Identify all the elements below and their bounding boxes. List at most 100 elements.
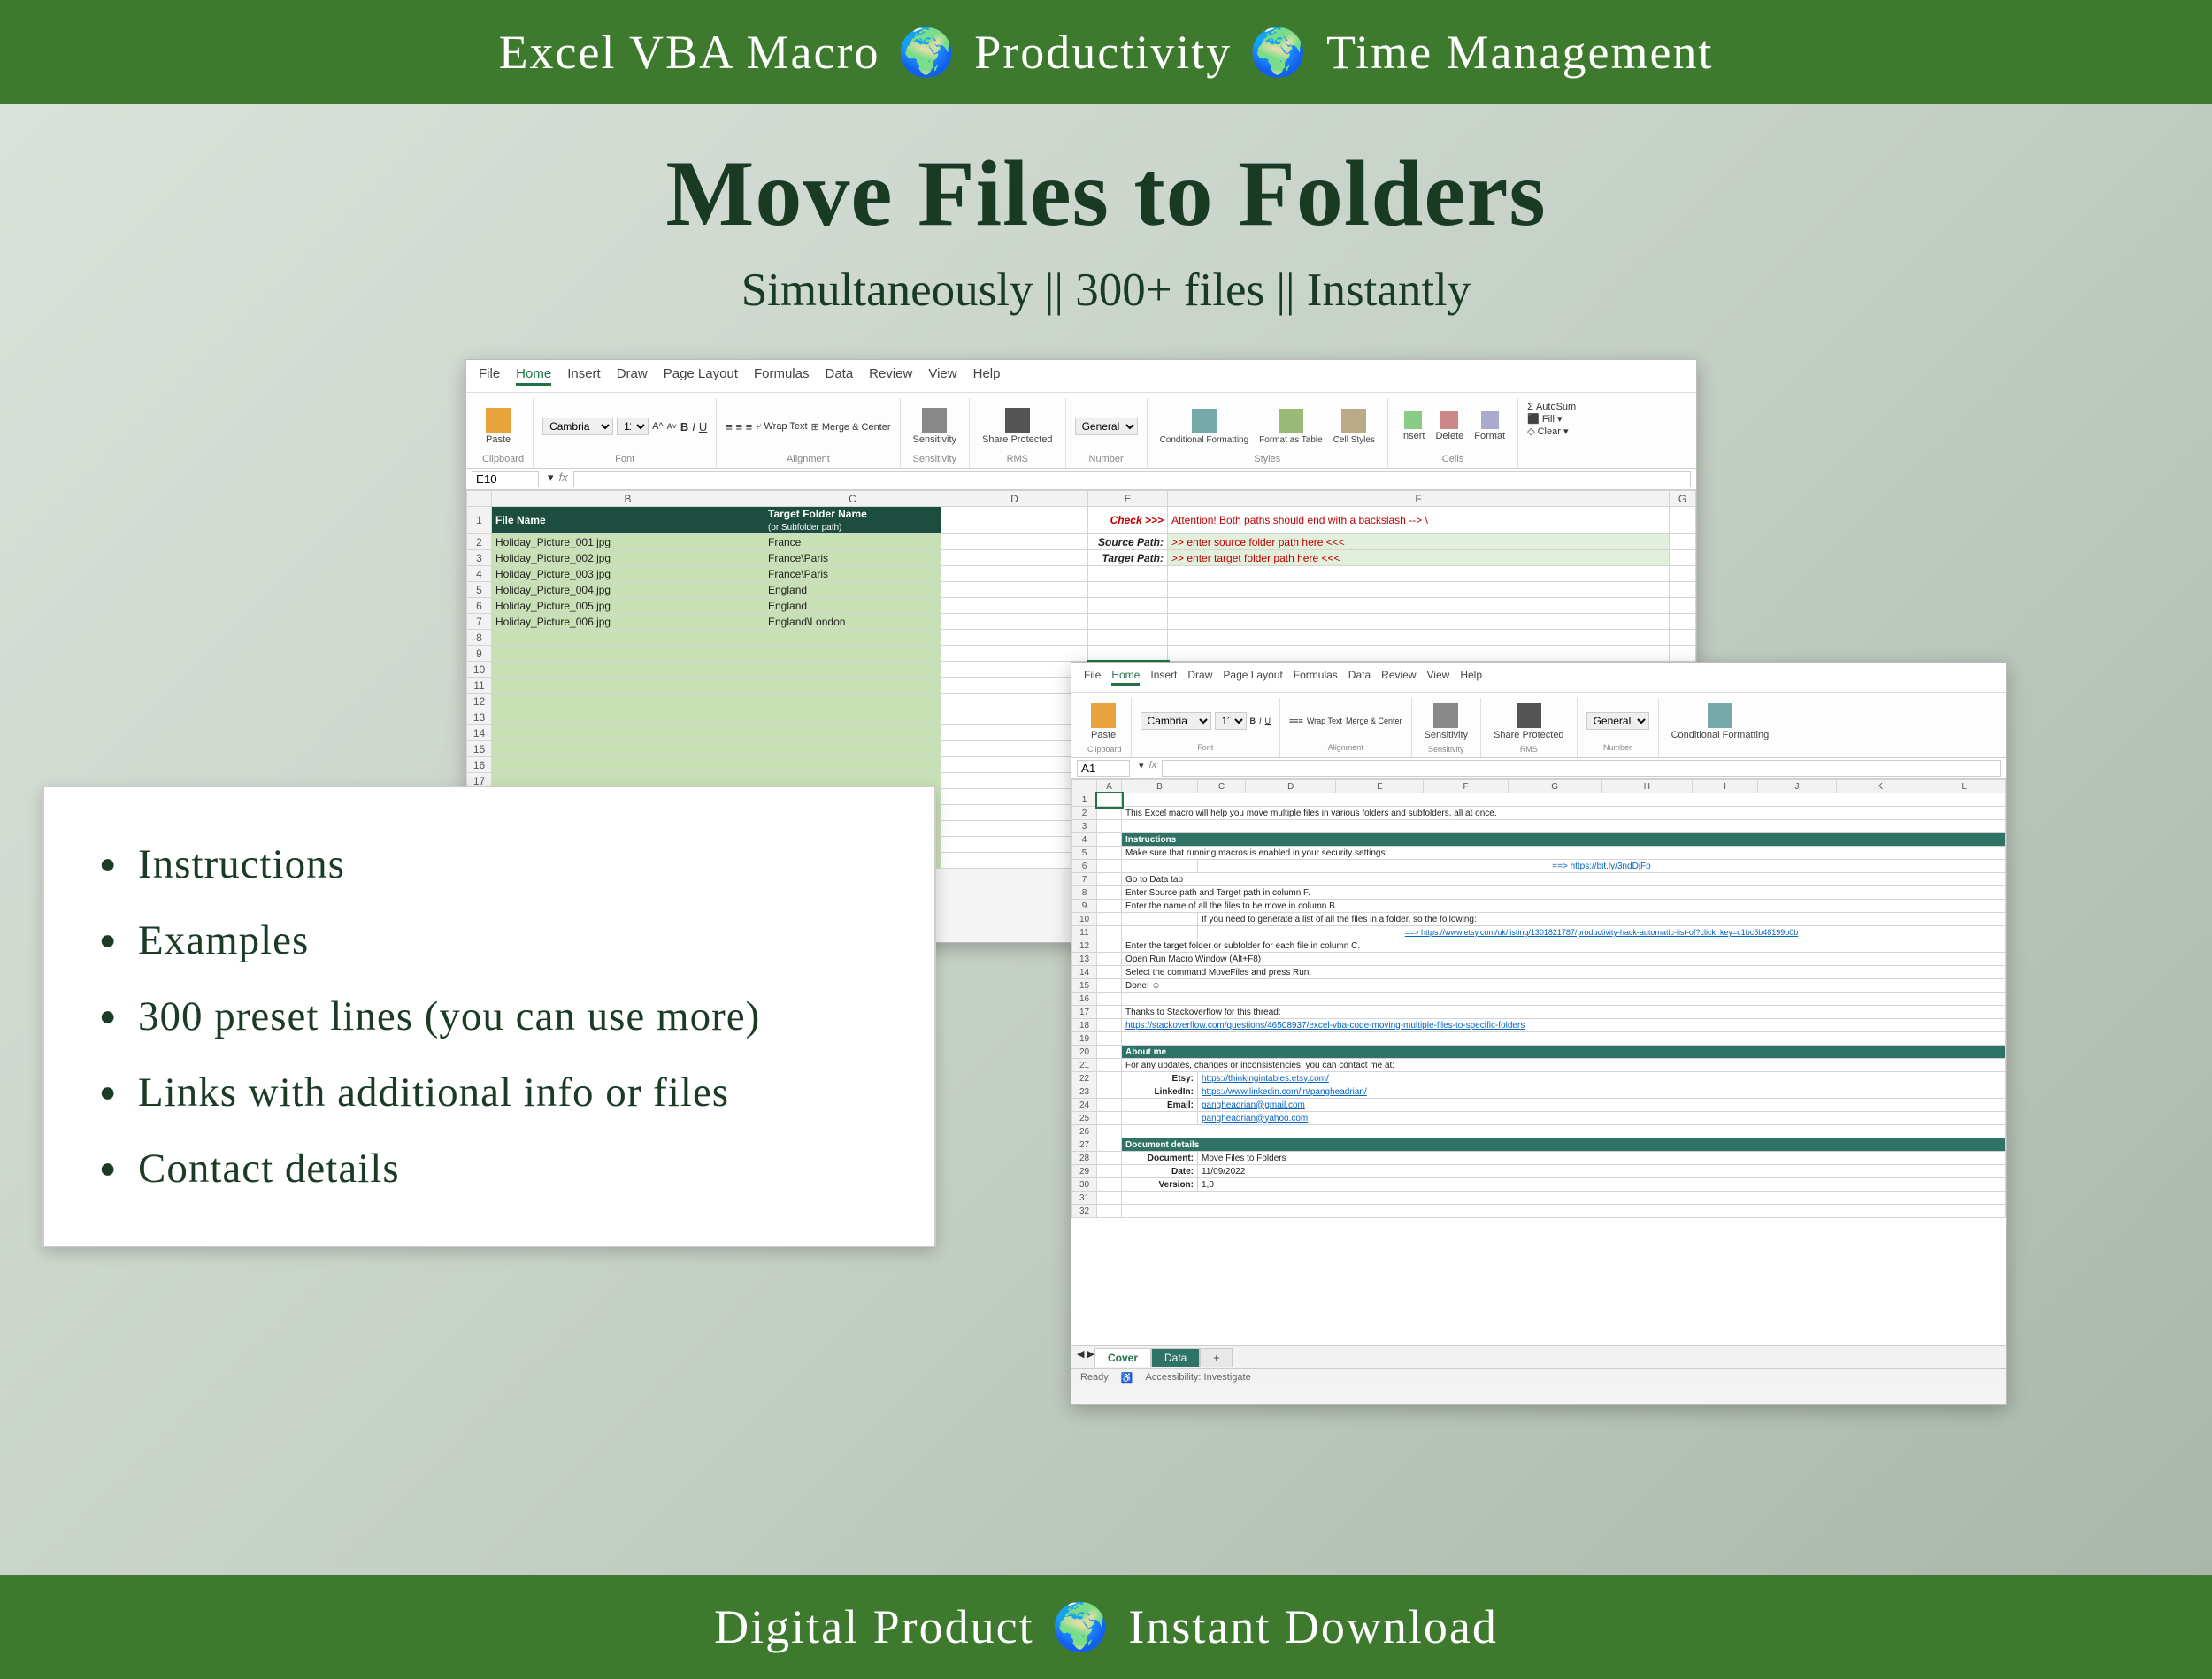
tab-nav-icon[interactable]: ◀ ▶ xyxy=(1077,1348,1094,1367)
cell-c2[interactable]: France xyxy=(764,534,941,550)
menu-insert[interactable]: Insert xyxy=(567,366,601,386)
delete-cells-button[interactable]: Delete xyxy=(1432,410,1467,443)
dropdown-icon[interactable]: ▾ xyxy=(548,471,554,487)
target-path-label: Target Path: xyxy=(1088,550,1168,566)
attention-text: Attention! Both paths should end with a … xyxy=(1168,507,1670,534)
formula-bar[interactable] xyxy=(1162,760,2001,777)
paste-icon xyxy=(486,408,511,433)
menu-file[interactable]: File xyxy=(1084,669,1101,686)
tab-data[interactable]: Data xyxy=(1151,1348,1200,1367)
cell-c7[interactable]: England\London xyxy=(764,614,941,630)
email-link-2[interactable]: pangheadrian@yahoo.com xyxy=(1198,1112,2006,1125)
wrap-text-button[interactable]: ⤶ Wrap Text xyxy=(756,421,807,433)
menu-help[interactable]: Help xyxy=(973,366,1001,386)
instructions-header: Instructions xyxy=(1122,833,2006,847)
size-select[interactable]: 11 xyxy=(617,418,649,435)
paste-button[interactable]: Paste xyxy=(482,406,514,447)
status-bar: Ready ♿ Accessibility: Investigate xyxy=(1071,1368,2006,1386)
spreadsheet-grid-cover[interactable]: ABCDEFGHIJKL 1 2This Excel macro will he… xyxy=(1071,779,2006,1346)
cond-label: Conditional Formatting xyxy=(1160,435,1249,445)
font-select[interactable]: Cambria xyxy=(1141,712,1211,730)
feature-links: Links with additional info or files xyxy=(94,1054,885,1131)
cell-styles-button[interactable]: Cell Styles xyxy=(1330,407,1379,447)
sensitivity-group-label: Sensitivity xyxy=(910,451,961,466)
stackoverflow-link[interactable]: https://stackoverflow.com/questions/4650… xyxy=(1122,1019,2006,1032)
cell-c6[interactable]: England xyxy=(764,598,941,614)
menu-draw[interactable]: Draw xyxy=(1187,669,1212,686)
sensitivity-button[interactable]: Sensitivity xyxy=(910,406,961,447)
cell-b3[interactable]: Holiday_Picture_002.jpg xyxy=(492,550,764,566)
target-path-cell[interactable]: >> enter target folder path here <<< xyxy=(1168,550,1670,566)
share-button[interactable]: Share Protected xyxy=(979,406,1056,447)
clear-button[interactable]: ◇ Clear ▾ xyxy=(1527,426,1568,437)
cell-b4[interactable]: Holiday_Picture_003.jpg xyxy=(492,566,764,582)
menu-view[interactable]: View xyxy=(1427,669,1450,686)
email-link-1[interactable]: pangheadrian@gmail.com xyxy=(1198,1099,2006,1112)
cell-b2[interactable]: Holiday_Picture_001.jpg xyxy=(492,534,764,550)
menu-data[interactable]: Data xyxy=(1348,669,1371,686)
cells-label: Cells xyxy=(1397,451,1509,466)
clipboard-label: Clipboard xyxy=(482,451,524,466)
fx-icon[interactable]: fx xyxy=(1149,760,1157,777)
menu-insert[interactable]: Insert xyxy=(1150,669,1177,686)
italic-button[interactable]: I xyxy=(692,420,695,433)
etsy-link[interactable]: https://thinkingintables.etsy.com/ xyxy=(1198,1072,2006,1085)
tab-add[interactable]: + xyxy=(1200,1348,1233,1367)
name-box[interactable] xyxy=(472,471,539,487)
linkedin-link[interactable]: https://www.linkedin.com/in/pangheadrian… xyxy=(1198,1085,2006,1099)
font-group-label: Font xyxy=(542,451,707,466)
document-details-header: Document details xyxy=(1122,1138,2006,1152)
cell-c5[interactable]: England xyxy=(764,582,941,598)
cell-c4[interactable]: France\Paris xyxy=(764,566,941,582)
source-path-cell[interactable]: >> enter source folder path here <<< xyxy=(1168,534,1670,550)
etsy-listing-link[interactable]: ==> https://www.etsy.com/uk/listing/1301… xyxy=(1198,926,2006,939)
size-select[interactable]: 11 xyxy=(1215,712,1247,730)
format-icon xyxy=(1481,411,1499,429)
main-area: File Home Insert Draw Page Layout Formul… xyxy=(0,343,2212,1440)
paste-label: Paste xyxy=(486,434,511,445)
tab-cover[interactable]: Cover xyxy=(1094,1348,1151,1367)
fx-icon[interactable]: fx xyxy=(559,471,568,487)
cell-b6[interactable]: Holiday_Picture_005.jpg xyxy=(492,598,764,614)
format-table-button[interactable]: Format as Table xyxy=(1256,407,1326,447)
menu-pagelayout[interactable]: Page Layout xyxy=(1223,669,1282,686)
menu-formulas[interactable]: Formulas xyxy=(754,366,810,386)
conditional-formatting-icon xyxy=(1708,703,1732,728)
underline-button[interactable]: U xyxy=(699,420,707,433)
autosum-button[interactable]: Σ AutoSum xyxy=(1527,402,1576,412)
cell-b7[interactable]: Holiday_Picture_006.jpg xyxy=(492,614,764,630)
share-icon xyxy=(1005,408,1030,433)
cell-b5[interactable]: Holiday_Picture_004.jpg xyxy=(492,582,764,598)
menu-draw[interactable]: Draw xyxy=(617,366,648,386)
menu-file[interactable]: File xyxy=(479,366,500,386)
align-buttons[interactable]: ≡ ≡ ≡ xyxy=(726,420,752,433)
macro-settings-link[interactable]: ==> https://bit.ly/3ndDjFp xyxy=(1198,860,2006,873)
menu-home[interactable]: Home xyxy=(516,366,551,386)
name-box[interactable] xyxy=(1077,760,1130,777)
menu-review[interactable]: Review xyxy=(869,366,912,386)
conditional-formatting-button[interactable]: Conditional Formatting xyxy=(1156,407,1253,447)
menu-review[interactable]: Review xyxy=(1381,669,1416,686)
merge-center-button[interactable]: ⊞ Merge & Center xyxy=(811,421,891,433)
fill-button[interactable]: ⬛ Fill ▾ xyxy=(1527,413,1562,425)
menu-home[interactable]: Home xyxy=(1111,669,1140,686)
menu-pagelayout[interactable]: Page Layout xyxy=(664,366,738,386)
paste-button[interactable]: Paste xyxy=(1087,702,1119,742)
menu-help[interactable]: Help xyxy=(1460,669,1482,686)
insert-cells-button[interactable]: Insert xyxy=(1397,410,1429,443)
excel-window-cover: File Home Insert Draw Page Layout Formul… xyxy=(1071,662,2007,1405)
number-format-select[interactable]: General xyxy=(1075,418,1138,435)
name-box-row: ▾ fx xyxy=(466,469,1696,490)
bold-button[interactable]: B xyxy=(680,420,688,433)
format-cells-button[interactable]: Format xyxy=(1471,410,1509,443)
menu-data[interactable]: Data xyxy=(825,366,853,386)
font-select[interactable]: Cambria xyxy=(542,418,613,435)
menu-view[interactable]: View xyxy=(928,366,956,386)
feature-contact: Contact details xyxy=(94,1131,885,1207)
menu-formulas[interactable]: Formulas xyxy=(1294,669,1338,686)
font-decrease-icon[interactable]: A˅ xyxy=(667,422,677,431)
font-increase-icon[interactable]: A^ xyxy=(652,421,664,432)
formula-bar[interactable] xyxy=(573,471,1691,487)
cell-c3[interactable]: France\Paris xyxy=(764,550,941,566)
fmttable-label: Format as Table xyxy=(1259,435,1323,445)
